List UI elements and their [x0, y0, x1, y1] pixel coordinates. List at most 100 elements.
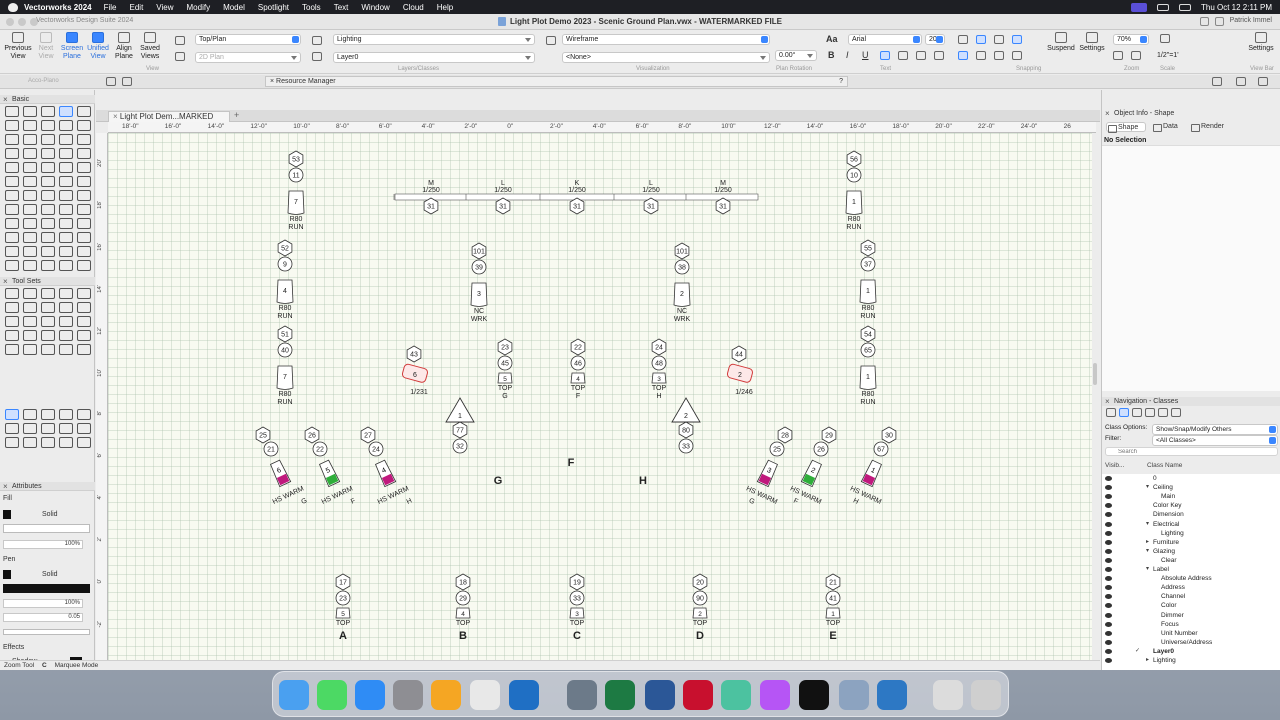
layer-select[interactable]: Layer0	[333, 52, 535, 63]
filter-select[interactable]: <All Classes>	[1152, 435, 1278, 446]
toolset-tool-icon[interactable]	[77, 330, 91, 341]
align-plane-button[interactable]: Align Plane	[110, 32, 138, 61]
line-type-select[interactable]	[3, 629, 90, 635]
toolset-tool-icon[interactable]	[23, 437, 37, 448]
chevron-down-icon[interactable]: ▾	[1146, 565, 1149, 574]
tab-render[interactable]: Render	[1190, 122, 1230, 132]
zoom-select[interactable]: 70%	[1113, 34, 1149, 45]
basic-tool-icon[interactable]	[41, 260, 55, 271]
layer-icon[interactable]	[312, 52, 322, 61]
basic-tool-icon[interactable]	[23, 246, 37, 257]
tab-shape[interactable]: Shape	[1106, 122, 1146, 133]
eye-icon[interactable]	[1105, 639, 1112, 645]
basic-tool-icon[interactable]	[41, 162, 55, 173]
toolset-tool-icon[interactable]	[23, 288, 37, 299]
view-select[interactable]: Top/Plan	[195, 34, 301, 45]
menu-help[interactable]: Help	[437, 3, 453, 12]
toolset-tool-icon[interactable]	[41, 302, 55, 313]
class-select[interactable]: Lighting	[333, 34, 535, 45]
basic-tool-icon[interactable]	[23, 176, 37, 187]
eye-icon[interactable]	[1105, 630, 1112, 636]
basic-tool-icon[interactable]	[23, 204, 37, 215]
layers-visibility-icon[interactable]	[1236, 77, 1246, 86]
menu-window[interactable]: Window	[361, 3, 389, 12]
class-row[interactable]: Lighting	[1102, 529, 1280, 538]
class-search-input[interactable]	[1105, 447, 1278, 456]
basic-tool-icon[interactable]	[5, 162, 19, 173]
italic-button[interactable]: I	[846, 50, 849, 60]
downloads-icon[interactable]	[933, 680, 963, 710]
class-row[interactable]: Focus	[1102, 620, 1280, 629]
view-icon[interactable]	[175, 36, 185, 45]
class-icon[interactable]	[312, 36, 322, 45]
toolset-tool-icon[interactable]	[77, 302, 91, 313]
eye-icon[interactable]	[1105, 530, 1112, 536]
light-plot-drawing[interactable]: 53117R80RUN5294R80RUN51407R80RUN56101R80…	[108, 133, 1092, 662]
class-row[interactable]: Color Key	[1102, 501, 1280, 510]
menu-spotlight[interactable]: Spotlight	[258, 3, 289, 12]
eye-icon[interactable]	[1105, 658, 1112, 663]
nav-views-icon[interactable]	[1145, 408, 1155, 417]
toolset-tool-icon[interactable]	[5, 288, 19, 299]
snap-working-plane-icon[interactable]	[1012, 51, 1022, 60]
minimize-window-button[interactable]	[18, 18, 26, 26]
chrome-icon[interactable]	[470, 680, 500, 710]
basic-tool-icon[interactable]	[59, 246, 73, 257]
close-tab-icon[interactable]: ×	[113, 112, 120, 121]
toolset-tool-icon[interactable]	[23, 316, 37, 327]
basic-tool-icon[interactable]	[5, 232, 19, 243]
toolset-tool-icon[interactable]	[59, 409, 73, 420]
render-mode-icon[interactable]	[546, 36, 556, 45]
snap-settings-button[interactable]: Settings	[1077, 32, 1107, 53]
quick-search-icon[interactable]	[122, 77, 132, 86]
nav-layers-icon[interactable]	[1119, 408, 1129, 417]
pen-preview[interactable]	[3, 584, 90, 593]
toolset-tool-icon[interactable]	[5, 302, 19, 313]
basic-tool-icon[interactable]	[23, 162, 37, 173]
basic-tool-icon[interactable]	[59, 148, 73, 159]
scale-icon[interactable]	[1160, 34, 1170, 43]
line-weight-field[interactable]: 0.05	[3, 613, 83, 622]
left-tab-label[interactable]: Acco-Plano	[28, 78, 59, 84]
class-row[interactable]: ✓ Layer0	[1102, 647, 1280, 656]
toolset-tool-icon[interactable]	[77, 423, 91, 434]
snap-distance-icon[interactable]	[958, 51, 968, 60]
eye-icon[interactable]	[1105, 548, 1112, 554]
menu-modify[interactable]: Modify	[187, 3, 211, 12]
toolset-tool-icon[interactable]	[5, 437, 19, 448]
object-info-header[interactable]: Object Info - Shape	[1102, 109, 1280, 118]
class-row[interactable]: Color	[1102, 601, 1280, 610]
eye-icon[interactable]	[1212, 77, 1222, 86]
fill-preview[interactable]	[3, 524, 90, 533]
basic-tool-icon[interactable]	[5, 246, 19, 257]
toolset-tool-icon[interactable]	[5, 344, 19, 355]
eye-icon[interactable]	[1105, 621, 1112, 627]
screen-record-icon[interactable]	[1131, 2, 1147, 12]
preview-icon[interactable]	[839, 680, 869, 710]
class-row[interactable]: ▾ Glazing	[1102, 547, 1280, 556]
plane-select[interactable]: 2D Plan	[195, 52, 301, 63]
chevron-right-icon[interactable]: ▸	[1146, 656, 1149, 665]
underline-button[interactable]: U	[862, 50, 869, 60]
basic-tool-icon[interactable]	[41, 134, 55, 145]
basic-tool-icon[interactable]	[59, 176, 73, 187]
class-row[interactable]: Unit Number	[1102, 629, 1280, 638]
basic-tool-icon[interactable]	[41, 190, 55, 201]
basic-tool-icon[interactable]	[23, 134, 37, 145]
basic-tool-icon[interactable]	[77, 190, 91, 201]
basic-tool-icon[interactable]	[5, 204, 19, 215]
class-row[interactable]: Absolute Address	[1102, 574, 1280, 583]
toolset-tool-icon[interactable]	[41, 409, 55, 420]
align-center-icon[interactable]	[898, 51, 908, 60]
toolset-tool-icon[interactable]	[77, 288, 91, 299]
battery-icon[interactable]	[1179, 3, 1191, 11]
basic-tool-icon[interactable]	[77, 204, 91, 215]
toolset-tool-icon[interactable]	[41, 288, 55, 299]
class-row[interactable]: 0	[1102, 474, 1280, 483]
toolset-tool-icon[interactable]	[23, 409, 37, 420]
basic-tool-icon[interactable]	[23, 120, 37, 131]
toolset-tool-icon[interactable]	[5, 330, 19, 341]
snap-tangent-icon[interactable]	[976, 51, 986, 60]
toolset-tool-icon[interactable]	[41, 316, 55, 327]
toolset-tool-icon[interactable]	[59, 423, 73, 434]
